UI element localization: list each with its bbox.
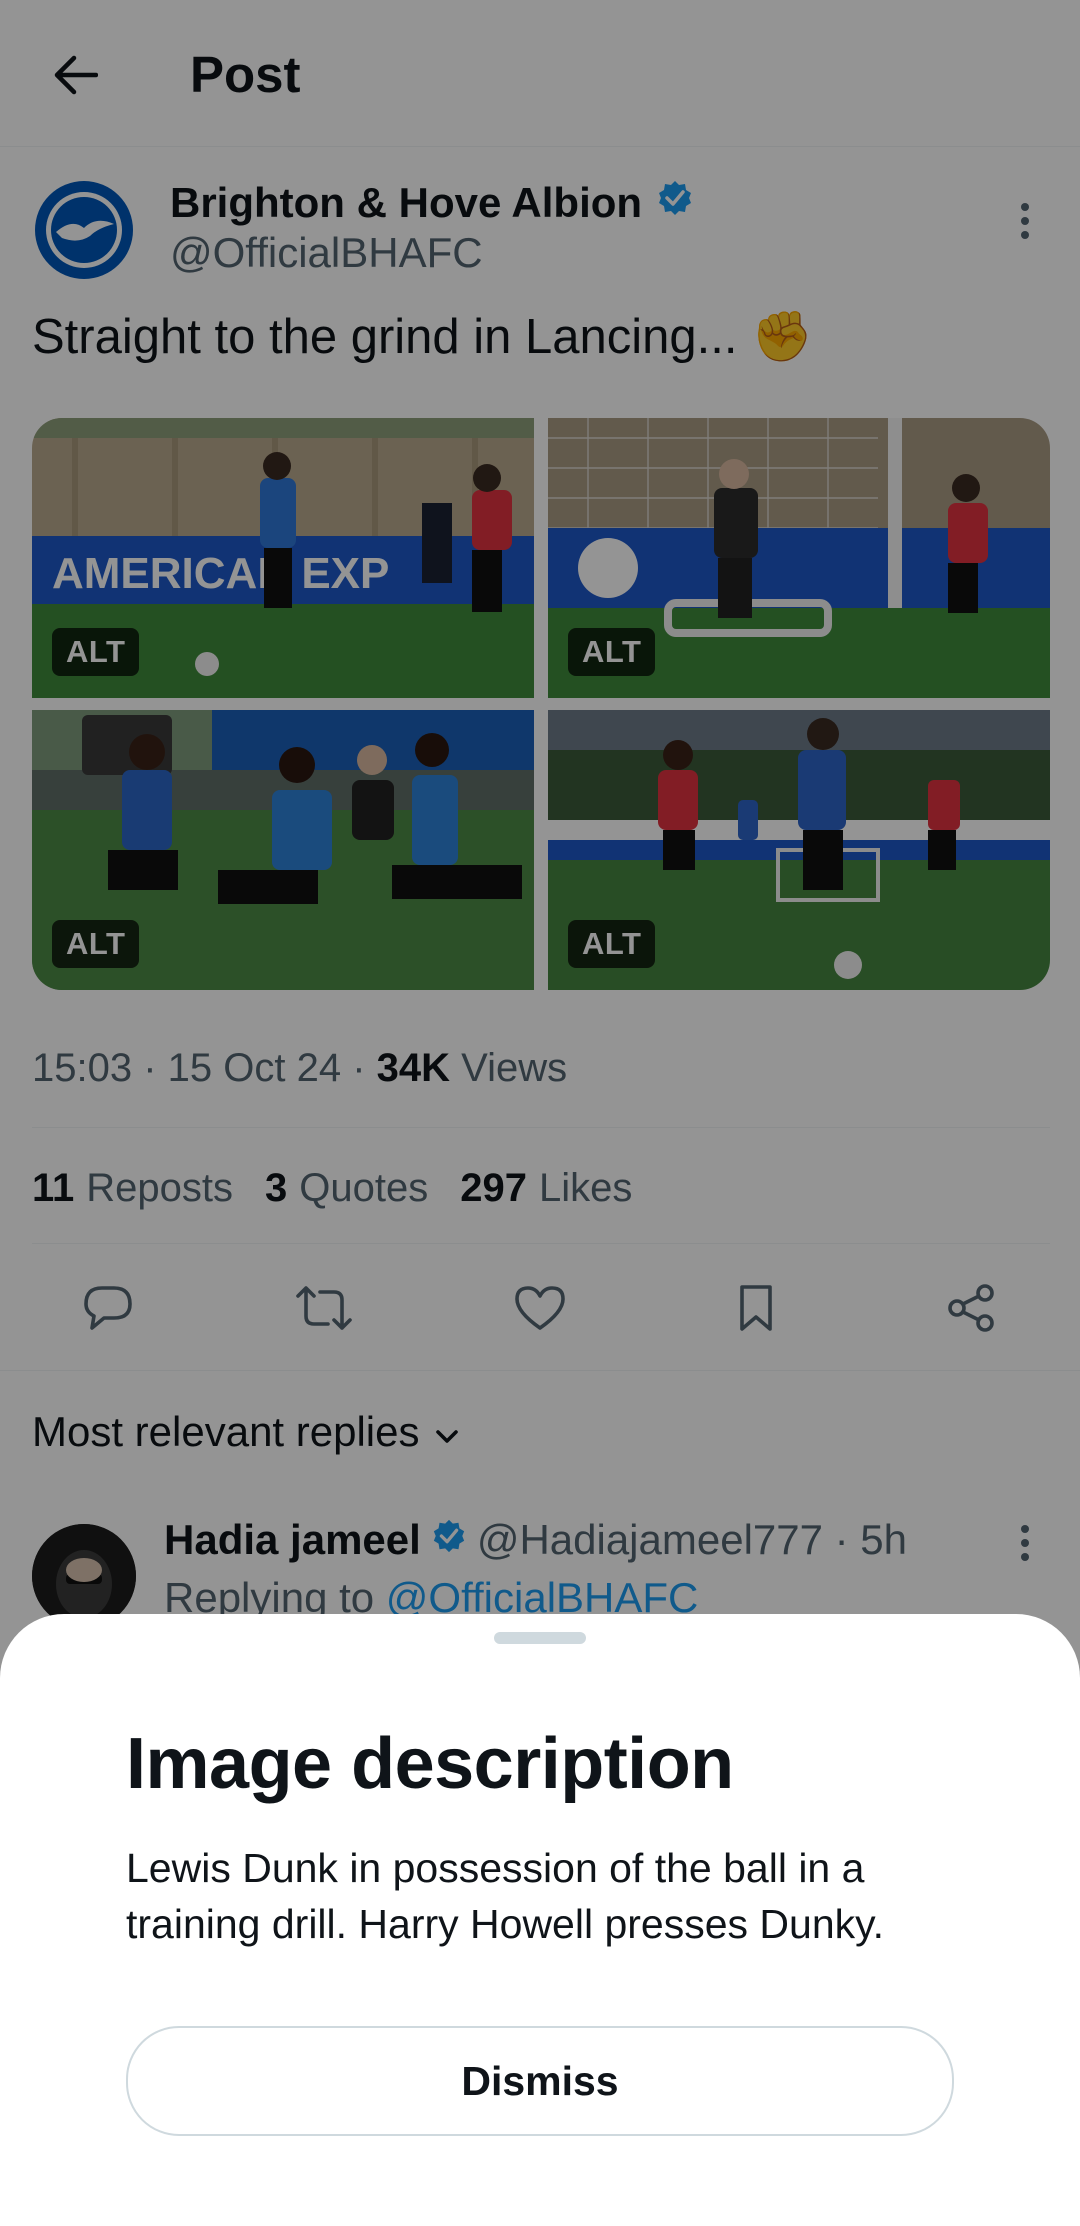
dismiss-button[interactable]: Dismiss [126, 2026, 954, 2136]
sheet-title: Image description [126, 1724, 734, 1804]
image-description-sheet: Image description Lewis Dunk in possessi… [0, 1614, 1080, 2226]
sheet-drag-handle[interactable] [494, 1632, 586, 1644]
image-description-text: Lewis Dunk in possession of the ball in … [126, 1845, 884, 1947]
